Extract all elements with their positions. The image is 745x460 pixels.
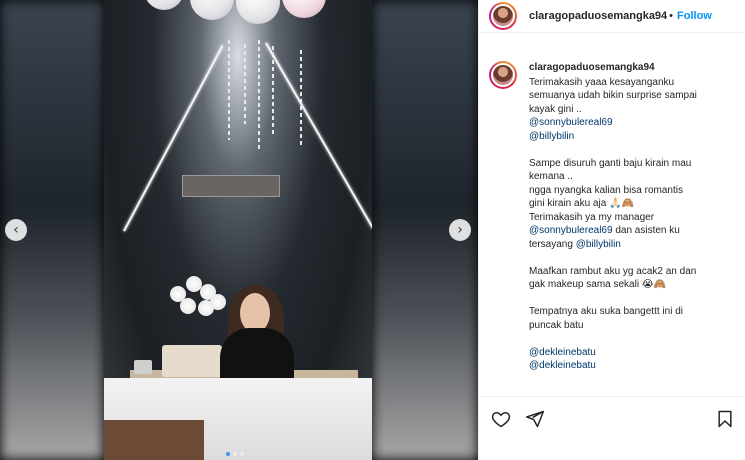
caption-username[interactable]: claragopaduosemangka94 (529, 61, 729, 75)
chevron-left-icon: ‹ (13, 222, 19, 238)
post-photo (104, 0, 372, 460)
carousel-indicator (226, 452, 244, 456)
post-header: claragopaduosemangka94 • Follow (479, 0, 745, 33)
caption-line: semuanya udah bikin surprise sampai (529, 90, 697, 101)
caption-text-segment: dan asisten ku (612, 225, 680, 236)
mention-link[interactable]: @dekleinebatu (529, 359, 729, 373)
header-username[interactable]: claragopaduosemangka94 (529, 10, 667, 22)
mention-link[interactable]: @billybilin (529, 130, 729, 144)
chevron-right-icon: › (457, 222, 463, 238)
caption-line: kemana .. (529, 171, 573, 182)
balloons (144, 0, 344, 50)
white-roses (170, 276, 226, 332)
carousel-next-button[interactable]: › (449, 219, 471, 241)
mention-link[interactable]: @billybilin (576, 239, 621, 250)
mention-link[interactable]: @sonnybulereal69 (529, 116, 729, 130)
carousel-dot (233, 452, 237, 456)
post-side-panel: claragopaduosemangka94 • Follow claragop… (478, 0, 745, 460)
caption-line: tersayang @billybilin (529, 238, 729, 252)
caption-text-segment: tersayang (529, 238, 576, 250)
header-separator: • (669, 10, 674, 22)
post-media[interactable]: ‹ › (0, 0, 478, 460)
flower-box (162, 345, 222, 377)
share-icon[interactable] (525, 409, 545, 429)
caption-line: Tempatnya aku suka bangettt ini di (529, 306, 683, 317)
caption-text: Terimakasih yaaa kesayanganku semuanya ud… (529, 76, 729, 373)
candle (134, 360, 152, 374)
caption-avatar[interactable] (489, 61, 517, 89)
bookmark-icon[interactable] (715, 409, 735, 429)
post-caption: claragopaduosemangka94 Terimakasih yaaa … (529, 61, 729, 395)
caption-line: @sonnybulereal69 dan asisten ku (529, 224, 729, 238)
carousel-dot (226, 452, 230, 456)
caption-line: Sampe disuruh ganti baju kirain mau (529, 157, 692, 169)
follow-button[interactable]: Follow (677, 10, 712, 22)
mention-link[interactable]: @dekleinebatu (529, 346, 729, 360)
person-body (220, 328, 294, 378)
post-actions (479, 396, 745, 460)
chair (104, 420, 204, 460)
caption-line: gak makeup sama sekali 😭🙈 (529, 279, 666, 290)
comments-section: claragopaduosemangka94 Terimakasih yaaa … (479, 33, 745, 395)
mention-link[interactable]: @sonnybulereal69 (529, 225, 613, 236)
caption-line: ngga nyangka kalian bisa romantis (529, 184, 683, 196)
person-face (240, 293, 270, 333)
caption-line: Terimakasih yaaa kesayanganku (529, 76, 675, 88)
caption-line: puncak batu (529, 319, 584, 331)
caption-line: Terimakasih ya my manager (529, 211, 655, 223)
table-sign (182, 175, 280, 197)
carousel-dot (240, 452, 244, 456)
caption-line: Maafkan rambut aku yg acak2 an dan (529, 265, 697, 277)
heart-icon[interactable] (491, 409, 511, 429)
avatar[interactable] (489, 2, 517, 30)
caption-line: gini kirain aku aja 🙏🏻🙈 (529, 198, 634, 209)
carousel-prev-button[interactable]: ‹ (5, 219, 27, 241)
caption-line: kayak gini .. (529, 103, 582, 115)
